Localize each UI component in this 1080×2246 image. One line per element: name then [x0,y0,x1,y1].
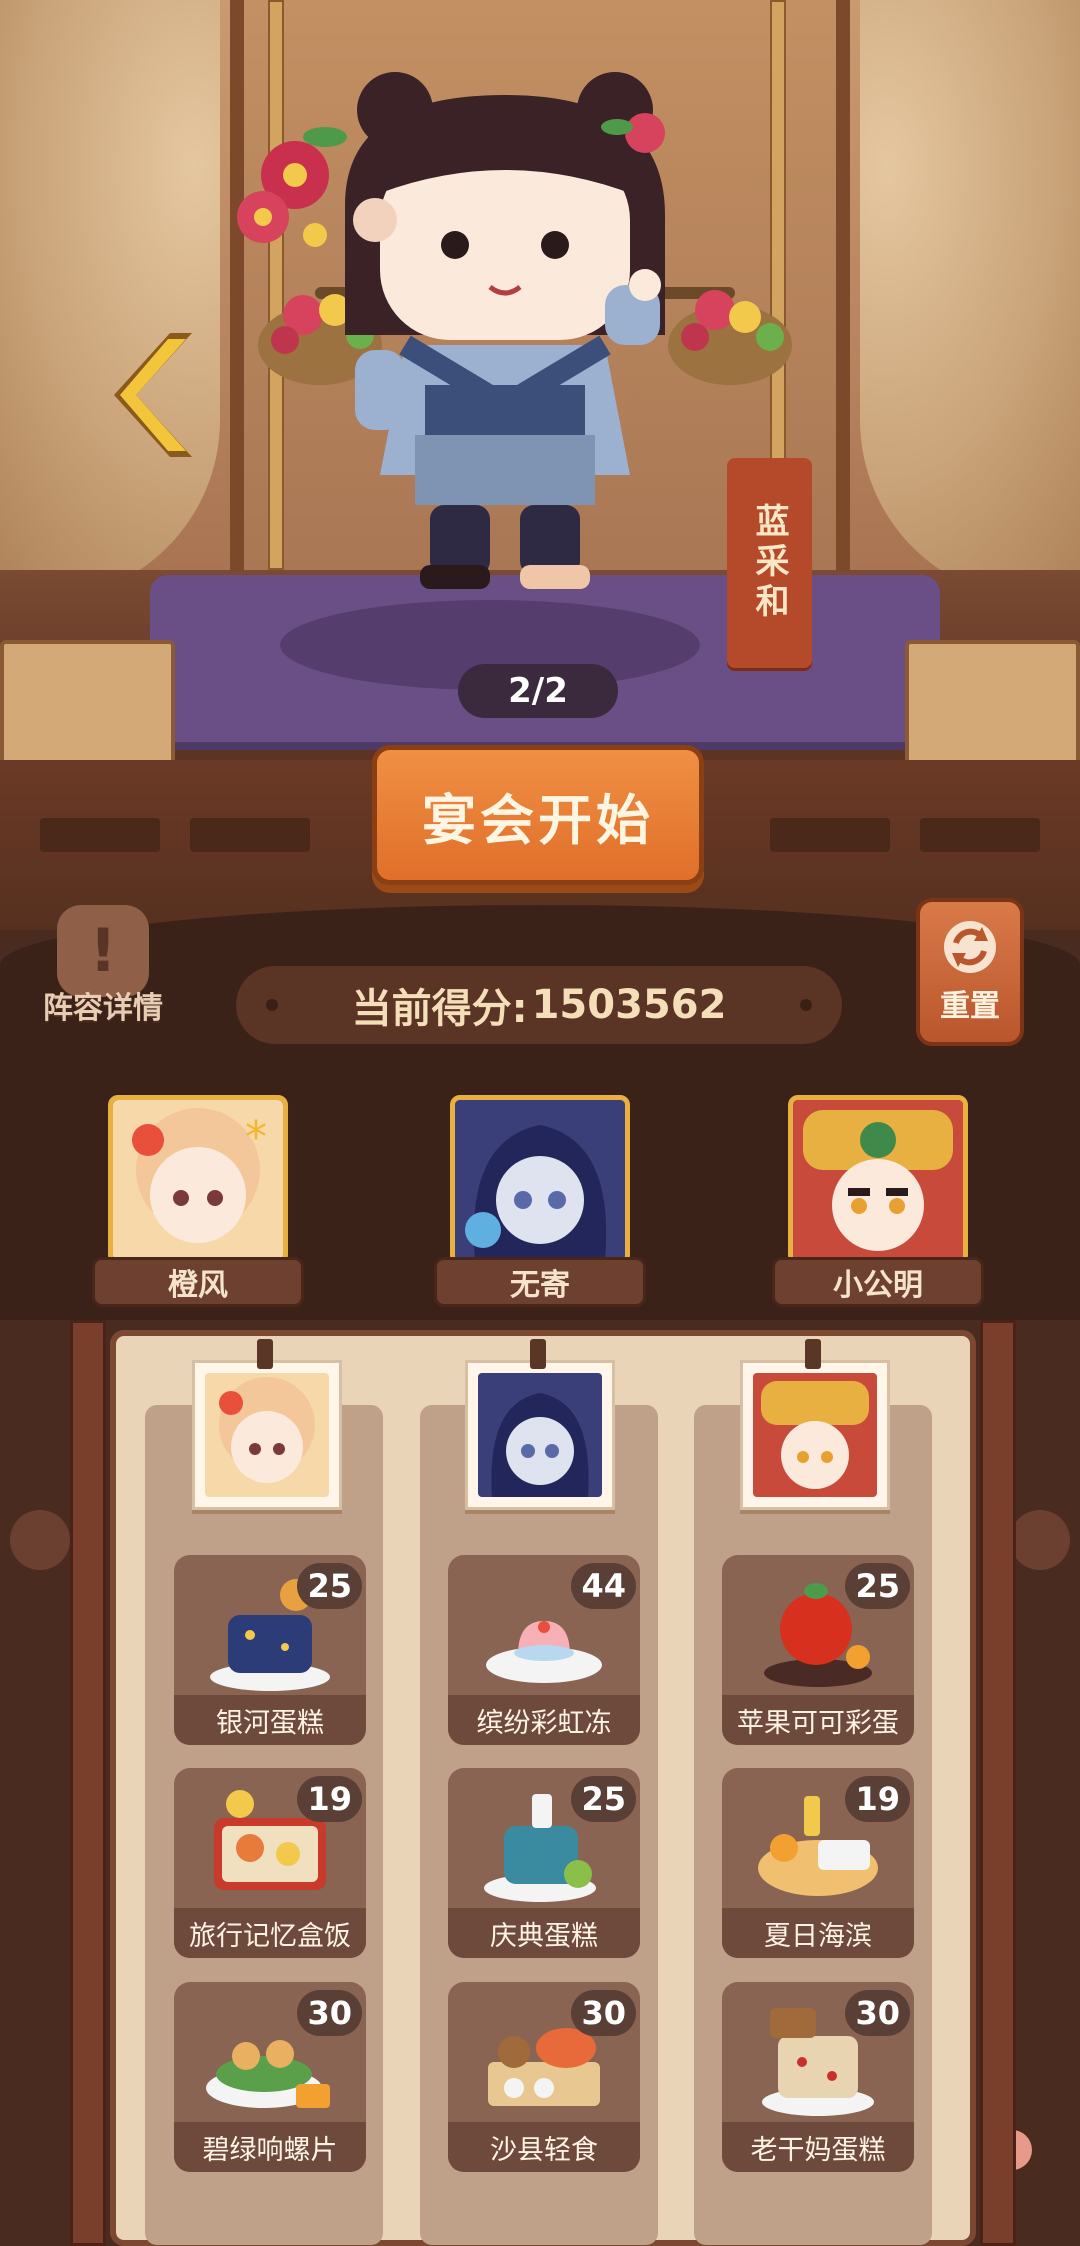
dish-card[interactable]: 44 缤纷彩虹冻 [448,1555,640,1745]
team-member[interactable]: 无寄 [434,1095,646,1307]
dish-count: 30 [845,1990,910,2036]
dish-card[interactable]: 25 庆典蛋糕 [448,1768,640,1958]
refresh-icon [944,921,996,973]
pin-icon [530,1339,546,1369]
board-frame-left [70,1320,106,2246]
dish-name: 沙县轻食 [448,2122,640,2172]
dish-count: 25 [571,1776,636,1822]
decor-dot [266,999,278,1011]
chevron-left-icon [114,333,192,457]
team-member-portrait: * [108,1095,288,1265]
dish-card[interactable]: 25 银河蛋糕 [174,1555,366,1745]
dish-card[interactable]: 25 苹果可可彩蛋 [722,1555,914,1745]
dish-name: 碧绿响螺片 [174,2122,366,2172]
team-member-name: 橙风 [92,1257,304,1307]
dish-name: 银河蛋糕 [174,1695,366,1745]
chengfeng-avatar: * [113,1100,283,1260]
dish-count: 19 [845,1776,910,1822]
column-portrait [192,1339,342,1510]
dish-card[interactable]: 30 碧绿响螺片 [174,1982,366,2172]
character-name-banner: 蓝采和 [727,458,812,668]
bench-left [0,640,175,760]
team-member[interactable]: 小公明 [772,1095,984,1307]
svg-text:*: * [245,1112,267,1163]
xiaogongming-avatar [793,1100,963,1260]
character-name: 蓝采和 [749,503,789,623]
team-details-button[interactable]: ! 阵容详情 [28,905,178,1045]
board-frame-right [980,1320,1016,2246]
dish-count: 44 [571,1563,636,1609]
xiaogongming-avatar [753,1373,877,1497]
score-bar: 当前得分: 1503562 [236,966,842,1044]
column-portrait [740,1339,890,1510]
start-banquet-button[interactable]: 宴会开始 [372,745,704,885]
team-details-label: 阵容详情 [43,991,163,1026]
score-value: 1503562 [531,982,727,1028]
reset-button[interactable]: 重置 [916,898,1024,1046]
dish-card[interactable]: 19 旅行记忆盒饭 [174,1768,366,1958]
team-member[interactable]: * 橙风 [92,1095,304,1307]
column-portrait [465,1339,615,1510]
team-member-portrait [788,1095,968,1265]
dish-name: 夏日海滨 [722,1908,914,1958]
page-indicator: 2/2 [458,664,618,718]
team-member-name: 无寄 [434,1257,646,1307]
dish-count: 30 [297,1990,362,2036]
curtain-right [860,0,1080,600]
dish-count: 30 [571,1990,636,2036]
score-label: 当前得分: [351,986,528,1032]
dish-count: 25 [297,1563,362,1609]
previous-character-button[interactable] [108,325,204,465]
dish-card[interactable]: 30 沙县轻食 [448,1982,640,2172]
pin-icon [805,1339,821,1369]
dish-name: 缤纷彩虹冻 [448,1695,640,1745]
decor-dot [800,999,812,1011]
dish-count: 19 [297,1776,362,1822]
bench-right [905,640,1080,760]
dish-card[interactable]: 30 老干妈蛋糕 [722,1982,914,2172]
dish-name: 苹果可可彩蛋 [722,1695,914,1745]
curtain-left [0,0,220,600]
wuji-avatar [455,1100,625,1260]
dish-name: 庆典蛋糕 [448,1908,640,1958]
pin-icon [257,1339,273,1369]
dish-name: 旅行记忆盒饭 [174,1908,366,1958]
reset-label: 重置 [940,989,1000,1024]
dish-card[interactable]: 19 夏日海滨 [722,1768,914,1958]
dish-name: 老干妈蛋糕 [722,2122,914,2172]
wuji-avatar [478,1373,602,1497]
team-member-portrait [450,1095,630,1265]
chengfeng-avatar [205,1373,329,1497]
team-member-name: 小公明 [772,1257,984,1307]
dish-count: 25 [845,1563,910,1609]
